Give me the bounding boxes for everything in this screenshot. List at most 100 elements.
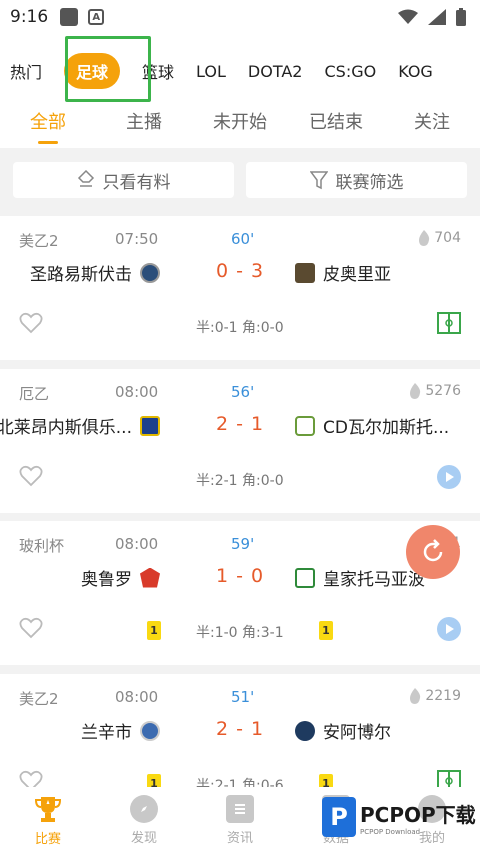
kickoff-time: 07:50 — [115, 230, 159, 248]
subtab-all[interactable]: 全部 — [0, 108, 96, 134]
match-score: 0 - 3 — [215, 260, 265, 282]
away-team: 皮奥里亚 — [295, 260, 391, 285]
nav-matches-label: 比赛 — [34, 831, 61, 847]
only-tips-label: 只看有料 — [102, 172, 171, 193]
watermark: P PCPOP下载 PCPOP Download — [322, 797, 476, 837]
league-name: 美乙2 — [19, 690, 59, 708]
tip-icon — [77, 170, 94, 187]
flame-icon — [419, 230, 430, 246]
away-team: CD瓦尔加斯托... — [295, 413, 449, 438]
league-name: 美乙2 — [19, 232, 59, 250]
play-icon[interactable] — [437, 617, 461, 641]
heart-icon[interactable] — [19, 312, 43, 334]
away-team-name: 皇家托马亚波 — [323, 570, 425, 590]
heart-icon[interactable] — [19, 465, 43, 487]
match-score: 2 - 1 — [215, 718, 265, 740]
match-score: 1 - 0 — [215, 565, 265, 587]
match-minute: 60' — [231, 230, 255, 248]
away-team: 安阿博尔 — [295, 718, 391, 743]
match-score: 2 - 1 — [215, 413, 265, 435]
nav-news[interactable]: 资讯 — [192, 787, 288, 853]
highlight-box — [65, 36, 151, 102]
tab-dota2[interactable]: DOTA2 — [248, 62, 303, 81]
notification-icon — [60, 8, 79, 26]
flame-icon — [410, 383, 421, 399]
home-team: 圣路易斯伏击 — [30, 260, 160, 285]
filter-bar: 只看有料 联赛筛选 — [0, 148, 480, 220]
match-stats: 半:1-0 角:3-1 — [196, 625, 284, 641]
match-card[interactable]: 厄乙 08:00 56' 5276 北莱昂内斯俱乐... 2 - 1 CD瓦尔加… — [0, 369, 480, 513]
subtab-finished[interactable]: 已结束 — [288, 108, 384, 134]
subtab-followed[interactable]: 关注 — [384, 108, 480, 134]
home-team-name: 北莱昂内斯俱乐... — [0, 418, 132, 438]
tab-hot[interactable]: 热门 — [10, 59, 42, 83]
field-icon[interactable] — [437, 312, 461, 334]
battery-icon — [456, 8, 466, 26]
yellow-card-away: 1 — [319, 621, 333, 640]
flame-icon — [410, 688, 421, 704]
away-team-name: CD瓦尔加斯托... — [323, 418, 450, 438]
watermark-text: PCPOP下载 — [360, 802, 476, 827]
heart-icon[interactable] — [19, 617, 43, 639]
tab-csgo[interactable]: CS:GO — [324, 62, 376, 81]
team-badge-icon — [295, 262, 315, 283]
subtab-anchor[interactable]: 主播 — [96, 108, 192, 134]
nav-discover[interactable]: 发现 — [96, 787, 192, 853]
match-card[interactable]: 美乙2 07:50 60' 704 圣路易斯伏击 0 - 3 皮奥里亚 半:0-… — [0, 216, 480, 360]
nav-discover-label: 发现 — [130, 830, 157, 846]
heat-indicator: 2219 — [409, 688, 461, 704]
away-team-name: 皮奥里亚 — [323, 265, 391, 285]
heat-count: 5276 — [425, 383, 461, 399]
kickoff-time: 08:00 — [115, 535, 159, 553]
team-badge-icon — [140, 720, 160, 741]
kickoff-time: 08:00 — [115, 688, 159, 706]
match-minute: 51' — [231, 688, 255, 706]
watermark-subtext: PCPOP Download — [360, 827, 421, 836]
watermark-logo: P — [322, 797, 356, 837]
trophy-icon — [34, 796, 62, 822]
home-team-name: 兰辛市 — [81, 723, 132, 743]
team-badge-icon — [295, 720, 315, 741]
only-tips-button[interactable]: 只看有料 — [13, 162, 234, 198]
team-badge-icon — [295, 567, 315, 588]
category-tabs: 热门 足球 篮球 LOL DOTA2 CS:GO KOG — [0, 34, 480, 108]
kickoff-time: 08:00 — [115, 383, 159, 401]
nav-matches[interactable]: 比赛 — [0, 787, 96, 853]
funnel-icon — [309, 171, 328, 190]
tab-kog[interactable]: KOG — [398, 62, 433, 81]
yellow-card-home: 1 — [147, 621, 161, 640]
home-team: 奥鲁罗 — [81, 565, 160, 590]
league-name: 厄乙 — [19, 385, 50, 403]
team-badge-icon — [140, 567, 160, 588]
floating-refresh-button[interactable] — [406, 525, 460, 579]
heat-indicator: 704 — [418, 230, 461, 246]
heat-indicator: 5276 — [409, 383, 461, 399]
league-filter-label: 联赛筛选 — [335, 172, 404, 193]
match-minute: 56' — [231, 383, 255, 401]
league-name: 玻利杯 — [19, 537, 65, 555]
compass-icon — [130, 794, 158, 823]
home-team: 北莱昂内斯俱乐... — [0, 413, 160, 438]
app-notification-icon: A — [88, 9, 105, 25]
match-stats: 半:2-1 角:0-0 — [196, 473, 284, 489]
status-bar: 9:16 A — [0, 0, 480, 34]
wifi-icon — [398, 9, 418, 24]
home-team-name: 奥鲁罗 — [81, 570, 132, 590]
home-team: 兰辛市 — [81, 718, 160, 743]
nav-news-label: 资讯 — [226, 830, 253, 846]
match-stats: 半:0-1 角:0-0 — [196, 320, 284, 336]
signal-icon — [428, 9, 446, 25]
away-team-name: 安阿博尔 — [323, 723, 391, 743]
match-minute: 59' — [231, 535, 255, 553]
play-icon[interactable] — [437, 465, 461, 489]
refresh-icon — [423, 539, 443, 562]
subtab-not-started[interactable]: 未开始 — [192, 108, 288, 134]
tab-lol[interactable]: LOL — [196, 62, 226, 81]
away-team: 皇家托马亚波 — [295, 565, 425, 590]
home-team-name: 圣路易斯伏击 — [30, 265, 132, 285]
league-filter-button[interactable]: 联赛筛选 — [246, 162, 467, 198]
news-icon — [226, 794, 254, 823]
sub-tabs: 全部 主播 未开始 已结束 关注 — [0, 108, 480, 148]
team-badge-icon — [140, 415, 160, 436]
team-badge-icon — [140, 262, 160, 283]
